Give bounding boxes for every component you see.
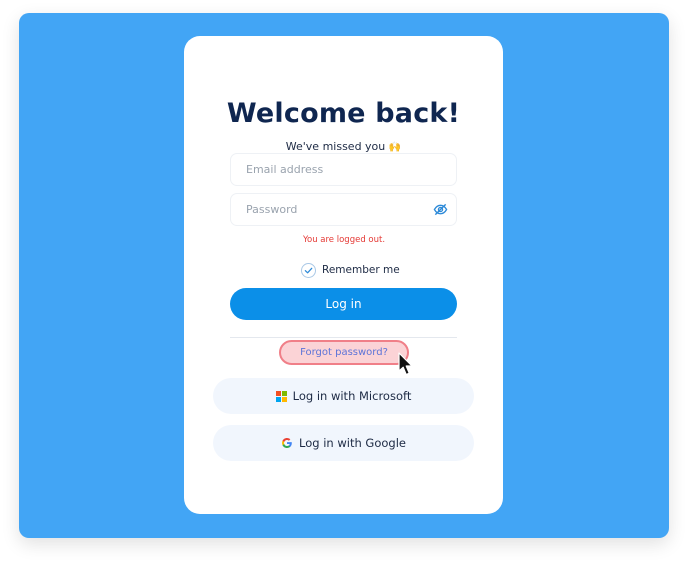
remember-me-checkbox[interactable]: Remember me: [301, 262, 400, 278]
raised-hands-icon: 🙌: [388, 142, 402, 153]
google-logo-icon: [282, 438, 292, 448]
forgot-password-label: Forgot password?: [300, 347, 388, 358]
forgot-password-link[interactable]: Forgot password?: [279, 340, 409, 365]
login-button[interactable]: Log in: [230, 288, 457, 320]
page-title: Welcome back!: [226, 98, 461, 129]
login-button-label: Log in: [325, 297, 362, 311]
password-field[interactable]: Password: [230, 193, 457, 226]
microsoft-button-label: Log in with Microsoft: [292, 389, 412, 403]
email-placeholder: Email address: [246, 163, 324, 176]
remember-me-label: Remember me: [322, 264, 400, 276]
google-button-label: Log in with Google: [299, 436, 406, 450]
subtitle-text: We've missed you: [285, 140, 386, 153]
microsoft-login-button[interactable]: Log in with Microsoft: [213, 378, 474, 414]
divider: [230, 337, 457, 338]
email-field[interactable]: Email address: [230, 153, 457, 186]
microsoft-logo-icon: [275, 390, 287, 402]
eye-off-icon[interactable]: [433, 202, 448, 217]
subtitle: We've missed you 🙌: [184, 140, 503, 153]
google-login-button[interactable]: Log in with Google: [213, 425, 474, 461]
mouse-pointer-icon: [398, 352, 413, 376]
error-message: You are logged out.: [302, 235, 386, 245]
password-placeholder: Password: [246, 203, 298, 216]
checkmark-icon[interactable]: [301, 262, 316, 278]
